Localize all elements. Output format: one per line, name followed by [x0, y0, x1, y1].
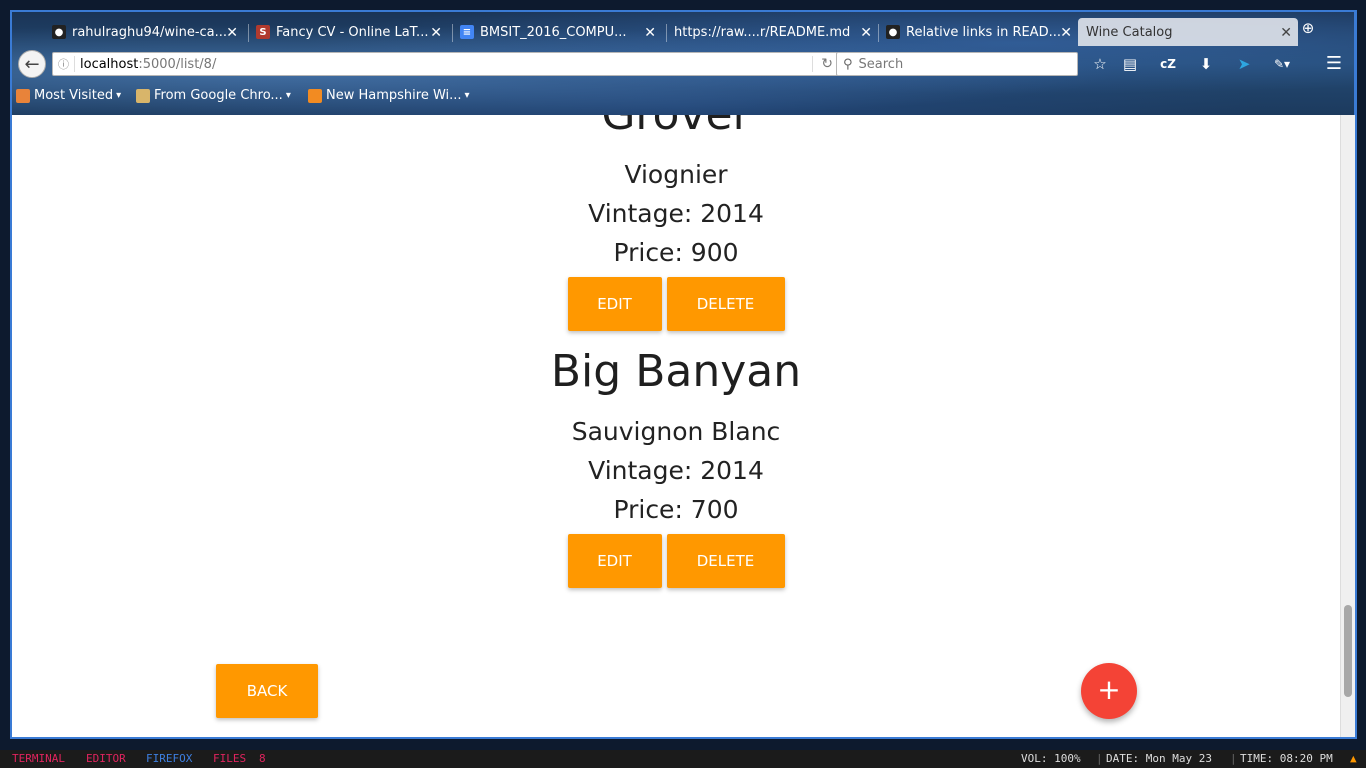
system-status-bar: TERMINAL EDITOR FIREFOX FILES 8 VOL: 100… — [0, 750, 1366, 768]
tab-title: Wine Catalog — [1086, 24, 1173, 40]
close-icon[interactable]: ✕ — [644, 25, 656, 41]
tab-title: https://raw....r/README.md — [674, 24, 851, 40]
delete-button[interactable]: DELETE — [666, 277, 785, 331]
github-icon: ● — [886, 25, 900, 39]
extension-icon[interactable]: ✎▾ — [1272, 54, 1292, 74]
new-tab-icon[interactable]: ⊕ — [1298, 18, 1318, 38]
edit-button[interactable]: EDIT — [567, 534, 662, 588]
download-icon[interactable]: ⬇ — [1196, 54, 1216, 74]
wine-actions: EDIT DELETE — [12, 277, 1340, 331]
reload-icon[interactable]: ↻ — [812, 56, 833, 72]
wine-name: Grover — [12, 115, 1340, 143]
reading-list-icon[interactable]: ▤ — [1120, 54, 1140, 74]
close-icon[interactable]: ✕ — [1060, 25, 1072, 41]
window-border — [10, 115, 12, 739]
vlc-icon[interactable]: ▲ — [1350, 752, 1357, 765]
time-readout: TIME: 08:20 PM — [1240, 752, 1333, 765]
tab-bar: ● rahulraghu94/wine-ca... ✕ S Fancy CV -… — [12, 14, 1354, 46]
scrollbar-thumb[interactable] — [1344, 605, 1352, 697]
url-bar[interactable]: ⓘ localhost :5000/list/8/ ↻ — [52, 52, 838, 76]
url-host: localhost — [80, 56, 139, 72]
back-icon[interactable]: ← — [18, 50, 46, 78]
window-border — [10, 737, 1356, 739]
info-icon[interactable]: ⓘ — [53, 56, 75, 72]
window-border — [1355, 10, 1357, 739]
workspace-editor[interactable]: EDITOR — [86, 752, 126, 765]
wine-variety: Sauvignon Blanc — [571, 417, 781, 446]
tab-fancy-cv[interactable]: S Fancy CV - Online LaT... ✕ — [248, 18, 448, 46]
navigation-bar: ← ⓘ localhost :5000/list/8/ ↻ ⚲ Search ☆… — [12, 48, 1354, 78]
search-icon: ⚲ — [843, 56, 853, 72]
most-visited-icon — [16, 88, 30, 103]
github-icon: ● — [52, 25, 66, 39]
tab-bmsit-doc[interactable]: ≡ BMSIT_2016_COMPU... ✕ — [452, 18, 662, 46]
rss-icon — [308, 88, 322, 103]
bookmark-label: From Google Chro... — [154, 88, 283, 103]
wine-vintage: Vintage: 2014 — [588, 456, 764, 485]
add-wine-button[interactable]: + — [1081, 663, 1137, 719]
menu-icon[interactable]: ☰ — [1324, 54, 1344, 74]
tab-github-wine[interactable]: ● rahulraghu94/wine-ca... ✕ — [44, 18, 244, 46]
chevron-down-icon: ▾ — [464, 90, 470, 101]
tab-wine-catalog[interactable]: Wine Catalog ✕ — [1078, 18, 1298, 46]
edit-button[interactable]: EDIT — [567, 277, 662, 331]
status-separator: | — [1096, 752, 1103, 765]
browser-chrome: ● rahulraghu94/wine-ca... ✕ S Fancy CV -… — [10, 10, 1356, 115]
status-separator: | — [1230, 752, 1237, 765]
bookmark-google-chrome[interactable]: From Google Chro... ▾ — [136, 88, 291, 103]
tab-title: BMSIT_2016_COMPU... — [480, 24, 627, 40]
wine-vintage: Vintage: 2014 — [588, 199, 764, 228]
search-input[interactable]: ⚲ Search — [836, 52, 1078, 76]
tab-readme-raw[interactable]: https://raw....r/README.md ✕ — [666, 18, 878, 46]
delete-button[interactable]: DELETE — [666, 534, 785, 588]
chevron-down-icon: ▾ — [116, 90, 122, 101]
tab-title: rahulraghu94/wine-ca... — [72, 24, 228, 40]
volume-readout: VOL: 100% — [1021, 752, 1081, 765]
workspace-files[interactable]: FILES — [213, 752, 246, 765]
tab-title: Fancy CV - Online LaT... — [276, 24, 429, 40]
search-placeholder: Search — [858, 56, 904, 72]
wine-name: Big Banyan — [550, 346, 802, 397]
sharelatex-icon: S — [256, 25, 270, 39]
date-readout: DATE: Mon May 23 — [1106, 752, 1212, 765]
wine-card: Big Banyan Sauvignon Blanc Vintage: 2014… — [12, 344, 1340, 588]
tab-relative-links[interactable]: ● Relative links in READ... ✕ — [878, 18, 1078, 46]
wine-card: Grover Viognier Vintage: 2014 Price: 900… — [12, 115, 1340, 331]
bookmark-label: Most Visited — [34, 88, 114, 103]
tab-title: Relative links in READ... — [906, 24, 1061, 40]
docs-icon: ≡ — [460, 25, 474, 39]
bookmark-new-hampshire[interactable]: New Hampshire Wi... ▾ — [308, 88, 470, 103]
close-icon[interactable]: ✕ — [860, 25, 872, 41]
workspace-firefox[interactable]: FIREFOX — [146, 752, 192, 765]
wine-price: Price: 700 — [613, 495, 739, 524]
wine-variety: Viognier — [624, 160, 728, 189]
bookmark-star-icon[interactable]: ☆ — [1090, 54, 1110, 74]
close-icon[interactable]: ✕ — [430, 25, 442, 41]
close-icon[interactable]: ✕ — [1280, 25, 1292, 41]
workspace-terminal[interactable]: TERMINAL — [12, 752, 65, 765]
bookmark-label: New Hampshire Wi... — [326, 88, 462, 103]
wine-actions: EDIT DELETE — [12, 534, 1340, 588]
folder-icon — [136, 88, 150, 103]
wine-price: Price: 900 — [613, 238, 739, 267]
scrollbar[interactable] — [1340, 115, 1356, 737]
workspace-8[interactable]: 8 — [259, 752, 266, 765]
chevron-down-icon: ▾ — [285, 90, 291, 101]
bookmark-most-visited[interactable]: Most Visited ▾ — [16, 88, 121, 103]
back-button[interactable]: BACK — [216, 664, 318, 718]
bookmarks-toolbar: Most Visited ▾ From Google Chro... ▾ New… — [12, 88, 1354, 110]
wine-catalog-page: Grover Viognier Vintage: 2014 Price: 900… — [12, 115, 1340, 737]
close-icon[interactable]: ✕ — [226, 25, 238, 41]
cz-extension-icon[interactable]: cZ — [1158, 54, 1178, 74]
telegram-icon[interactable]: ➤ — [1234, 54, 1254, 74]
url-path: :5000/list/8/ — [138, 56, 217, 72]
